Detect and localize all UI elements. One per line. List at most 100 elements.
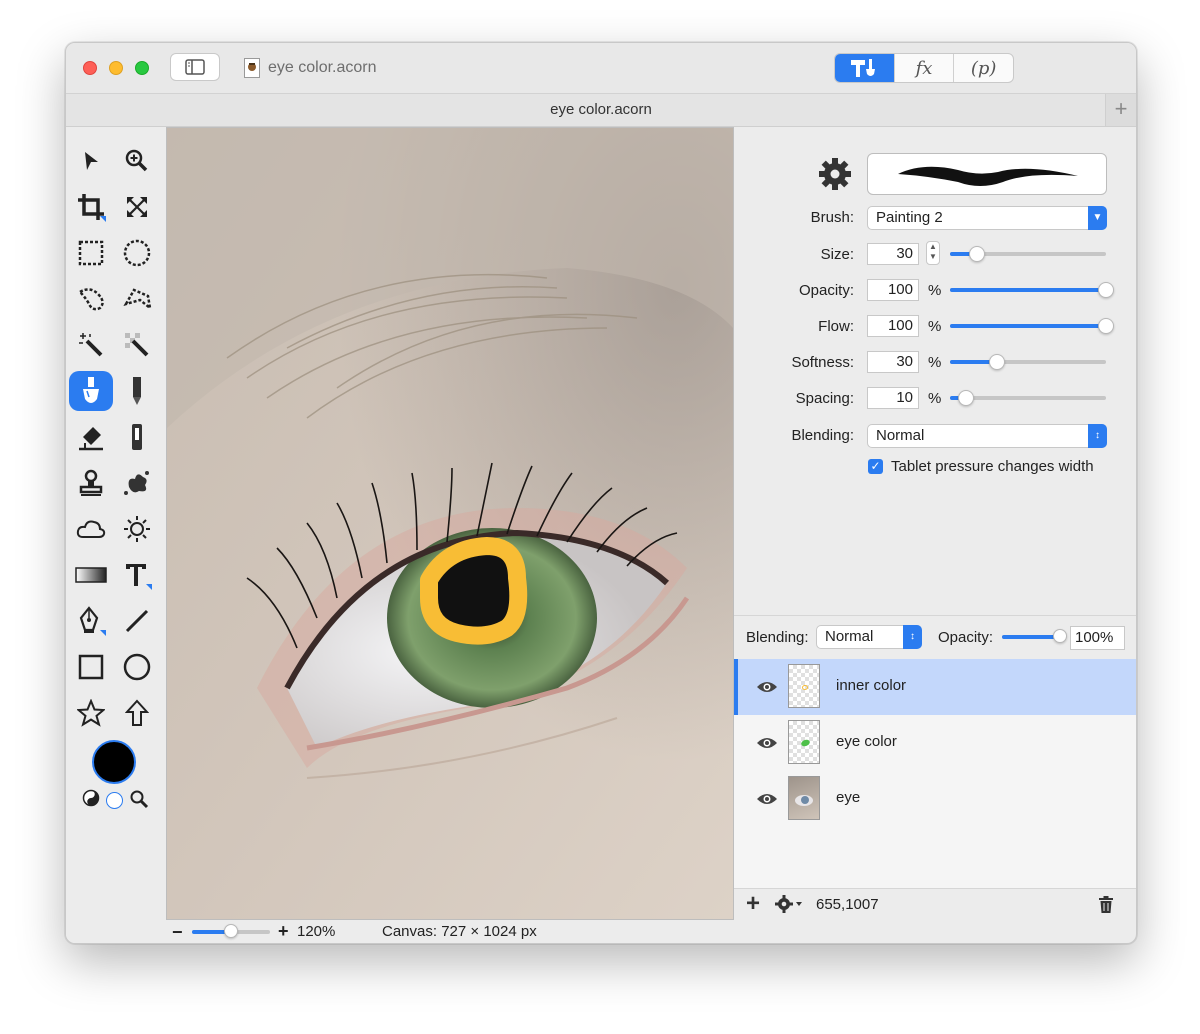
gradient-tube-tool[interactable] <box>115 417 159 457</box>
tools-mode-button[interactable] <box>835 54 894 82</box>
size-slider-knob[interactable] <box>968 246 985 262</box>
brush-tool[interactable] <box>69 371 113 411</box>
layer-row[interactable]: eye color <box>734 715 1136 771</box>
pencil-tool[interactable] <box>115 371 159 411</box>
layer-name: eye color <box>836 733 897 750</box>
mode-segmented-control[interactable]: fx (p) <box>834 53 1014 83</box>
opacity-slider[interactable] <box>950 288 1106 292</box>
foreground-color-well[interactable] <box>92 740 136 784</box>
flow-input[interactable]: 100 <box>867 315 919 337</box>
fx-mode-button[interactable]: fx <box>893 54 954 82</box>
zoom-tool[interactable] <box>115 141 159 181</box>
burn-tool[interactable] <box>69 509 113 549</box>
crop-tool[interactable] <box>69 187 113 227</box>
zoom-out-button[interactable]: − <box>172 922 183 943</box>
layer-opacity-label: Opacity: <box>938 629 994 646</box>
polygon-lasso-tool[interactable] <box>115 279 159 319</box>
eraser-tool[interactable] <box>69 417 113 457</box>
brush-select-value: Painting 2 <box>876 209 943 226</box>
lasso-tool[interactable] <box>69 279 113 319</box>
zoom-slider-knob[interactable] <box>224 924 238 938</box>
swap-colors-icon[interactable] <box>82 789 100 812</box>
layer-opacity-knob[interactable] <box>1053 629 1067 643</box>
ellipse-marquee-icon <box>123 239 151 267</box>
color-picker-icon[interactable] <box>129 789 149 814</box>
fx-label: fx <box>915 57 933 79</box>
transform-tool[interactable] <box>115 187 159 227</box>
image-canvas[interactable] <box>166 127 734 920</box>
eye-visibility-icon[interactable] <box>756 735 778 751</box>
cursor-coordinates: 655,1007 <box>816 896 879 913</box>
document-title: eye color.acorn <box>244 57 377 79</box>
blending-select[interactable]: Normal ↕ <box>867 424 1107 448</box>
layer-thumbnail <box>788 776 820 820</box>
p-label: (p) <box>970 57 997 79</box>
layer-row[interactable]: eye <box>734 771 1136 827</box>
select-tool[interactable] <box>69 141 113 181</box>
layer-opacity-slider[interactable] <box>1002 635 1060 639</box>
ellipse-select-tool[interactable] <box>115 233 159 273</box>
spacing-input[interactable]: 10 <box>867 387 919 409</box>
p-mode-button[interactable]: (p) <box>953 54 1013 82</box>
rectangle-tool[interactable] <box>69 647 113 687</box>
flow-slider-knob[interactable] <box>1098 318 1114 334</box>
eye-visibility-icon[interactable] <box>756 679 778 695</box>
opacity-slider-knob[interactable] <box>1098 282 1114 298</box>
flow-slider[interactable] <box>950 324 1106 328</box>
softness-percent: % <box>928 354 942 371</box>
size-label: Size: <box>820 246 854 263</box>
flow-label: Flow: <box>818 318 854 335</box>
tablet-pressure-checkbox[interactable]: ✓ <box>868 459 883 474</box>
eraser-icon <box>79 427 103 451</box>
minimize-window-button[interactable] <box>109 61 123 75</box>
size-input[interactable]: 30 <box>867 243 919 265</box>
softness-input[interactable]: 30 <box>867 351 919 373</box>
gear-icon[interactable] <box>818 157 852 191</box>
oval-tool[interactable] <box>115 647 159 687</box>
layer-blending-select[interactable]: Normal ↕ <box>816 625 922 649</box>
arrow-shape-tool[interactable] <box>115 693 159 733</box>
flow-percent: % <box>928 318 942 335</box>
size-stepper[interactable]: ▲ ▼ <box>926 241 940 265</box>
lasso-icon <box>77 288 104 311</box>
dodge-tool[interactable] <box>115 509 159 549</box>
softness-slider-knob[interactable] <box>988 354 1005 370</box>
brush-select[interactable]: Painting 2 ▼ <box>867 206 1107 230</box>
opacity-input[interactable]: 100 <box>867 279 919 301</box>
softness-slider[interactable] <box>950 360 1106 364</box>
layer-opacity-slider-fill <box>1002 635 1060 639</box>
tube-icon <box>132 424 142 450</box>
star-tool[interactable] <box>69 693 113 733</box>
layer-row[interactable]: inner color <box>734 659 1136 715</box>
layer-name: inner color <box>836 677 907 694</box>
line-tool[interactable] <box>115 601 159 641</box>
layer-blending-value: Normal <box>825 628 874 645</box>
rect-select-tool[interactable] <box>69 233 113 273</box>
layer-actions-button[interactable] <box>774 894 806 918</box>
new-tab-button[interactable]: + <box>1105 94 1136 126</box>
magic-wand-tool[interactable] <box>69 325 113 365</box>
layer-opacity-input[interactable]: 100% <box>1070 626 1125 650</box>
spacing-slider-knob[interactable] <box>957 390 974 406</box>
smudge-tool[interactable] <box>115 463 159 503</box>
background-color-well[interactable] <box>106 792 123 809</box>
tab-document-title[interactable]: eye color.acorn <box>66 101 1136 118</box>
trash-icon[interactable] <box>1098 896 1114 914</box>
rect-marquee-icon <box>78 240 104 266</box>
toggle-sidebar-button[interactable] <box>170 53 220 81</box>
gradient-tool[interactable] <box>69 555 113 595</box>
zoom-in-button[interactable]: + <box>278 921 289 942</box>
layers-footer: + 655,1007 <box>734 888 1136 921</box>
tablet-pressure-label: Tablet pressure changes width <box>891 458 1094 475</box>
brush-stroke-preview <box>898 166 1078 186</box>
zoom-window-button[interactable] <box>135 61 149 75</box>
add-layer-button[interactable]: + <box>746 890 760 918</box>
brush-preview[interactable] <box>867 153 1107 195</box>
instant-alpha-tool[interactable] <box>115 325 159 365</box>
clone-tool[interactable] <box>69 463 113 503</box>
pen-tool[interactable] <box>69 601 113 641</box>
document-title-text: eye color.acorn <box>268 59 377 76</box>
text-tool[interactable] <box>115 555 159 595</box>
eye-visibility-icon[interactable] <box>756 791 778 807</box>
close-window-button[interactable] <box>83 61 97 75</box>
